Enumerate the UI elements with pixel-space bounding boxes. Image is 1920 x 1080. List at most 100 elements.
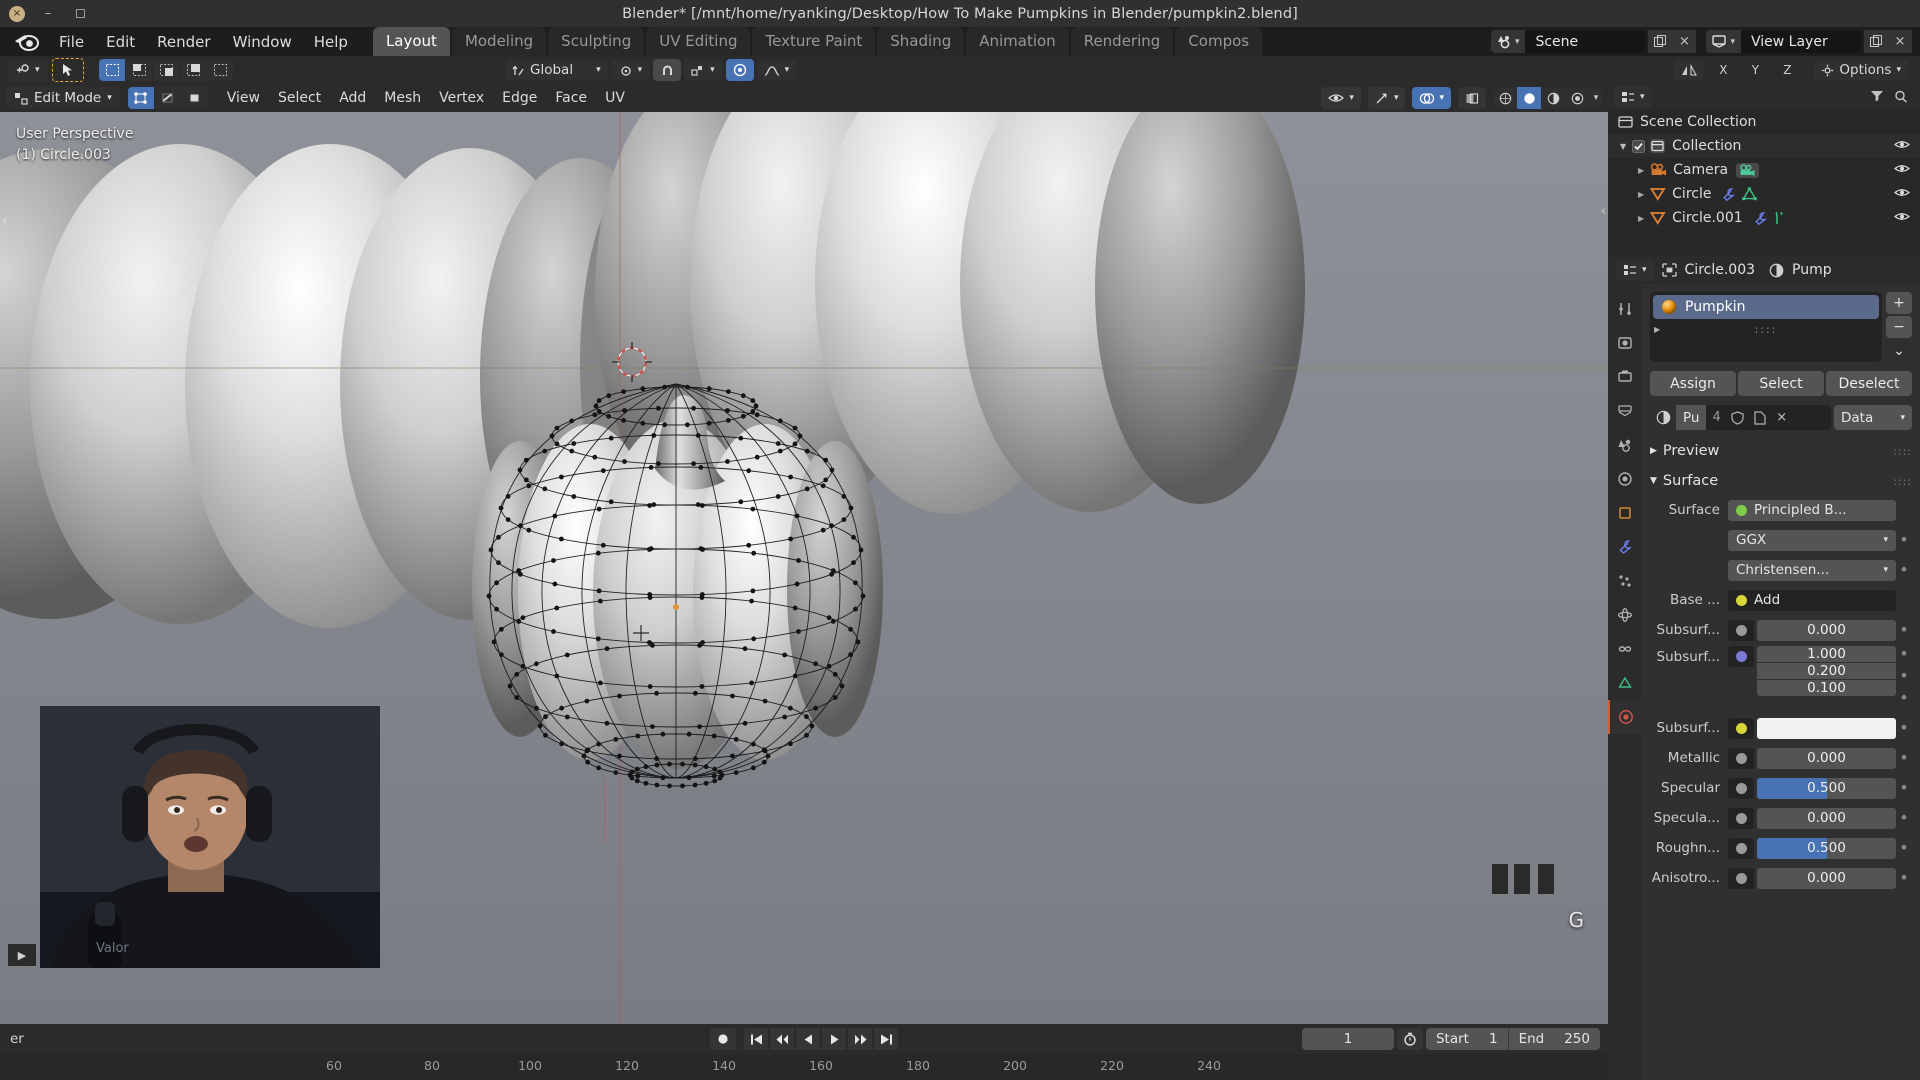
- remove-material-slot-button[interactable]: −: [1886, 316, 1912, 338]
- section-preview[interactable]: ▶ Preview ::::: [1650, 436, 1912, 466]
- outliner-row-circle-001[interactable]: ▶ Circle.001: [1608, 206, 1920, 230]
- properties-tab-view-layer[interactable]: [1608, 394, 1642, 428]
- eye-icon[interactable]: [1894, 211, 1910, 226]
- properties-tab-data[interactable]: [1608, 666, 1642, 700]
- shading-options-dropdown[interactable]: ▾: [1589, 87, 1603, 109]
- vertex-group-icon[interactable]: [1774, 212, 1784, 225]
- collection-checkbox[interactable]: [1632, 140, 1645, 153]
- workspace-tab-layout[interactable]: Layout: [373, 27, 450, 56]
- tweak-tool-button[interactable]: [52, 58, 84, 82]
- new-scene-button[interactable]: [1648, 30, 1672, 53]
- gizmo-icon[interactable]: ▾: [1368, 87, 1406, 109]
- menu-window[interactable]: Window: [222, 30, 303, 54]
- metallic-anim-dot[interactable]: •: [1896, 750, 1912, 766]
- vertex-select-mode-button[interactable]: [128, 87, 154, 109]
- modifier-icon[interactable]: [1753, 212, 1768, 225]
- anisotropic-anim-dot[interactable]: •: [1896, 870, 1912, 886]
- outliner-editor[interactable]: ▾ Scene Collection ▼: [1608, 84, 1920, 256]
- shading-wireframe-button[interactable]: [1493, 87, 1517, 109]
- subsurface-radius-z-anim-dot[interactable]: •: [1896, 690, 1912, 711]
- subsurface-color-anim-dot[interactable]: •: [1896, 720, 1912, 736]
- mirror-x-button[interactable]: X: [1710, 59, 1736, 81]
- interaction-mode-select[interactable]: Edit Mode ▾: [6, 87, 120, 109]
- options-dropdown[interactable]: Options ▾: [1814, 59, 1908, 81]
- outliner-row-circle[interactable]: ▶ Circle: [1608, 182, 1920, 206]
- fake-user-icon[interactable]: [1727, 405, 1749, 430]
- properties-editor[interactable]: ▾ Circle.003 Pump: [1608, 256, 1920, 1080]
- auto-key-icon[interactable]: [1397, 1028, 1423, 1050]
- properties-tab-modifiers[interactable]: [1608, 530, 1642, 564]
- workspace-tab-sculpting[interactable]: Sculpting: [548, 27, 644, 56]
- outliner-search-icon[interactable]: [1894, 88, 1914, 107]
- view-layer-name[interactable]: View Layer: [1741, 34, 1861, 50]
- preview-expand-icon[interactable]: ▶: [1650, 446, 1657, 456]
- view-layer-selector[interactable]: ▾ View Layer: [1706, 30, 1861, 53]
- previous-keyframe-button[interactable]: [770, 1028, 794, 1050]
- menu-render[interactable]: Render: [146, 30, 221, 54]
- properties-tab-constraints[interactable]: [1608, 632, 1642, 666]
- mirror-icon[interactable]: [1674, 59, 1704, 81]
- outliner-row-camera[interactable]: ▶ Camera: [1608, 158, 1920, 182]
- snap-to-select[interactable]: ▾: [684, 59, 722, 81]
- pivot-point-select[interactable]: ▾: [612, 59, 650, 81]
- viewport-menu-add[interactable]: Add: [330, 88, 375, 108]
- viewport-nav-blocks[interactable]: [1492, 862, 1562, 896]
- new-view-layer-button[interactable]: [1864, 30, 1888, 53]
- scene-icon[interactable]: ▾: [1491, 30, 1526, 53]
- specular-value-field[interactable]: 0.500: [1757, 778, 1896, 799]
- play-reverse-button[interactable]: [796, 1028, 820, 1050]
- timeline-ruler[interactable]: 6080100120140160180200220240: [0, 1054, 1608, 1080]
- material-browse-icon[interactable]: [1650, 405, 1676, 430]
- workspace-tab-rendering[interactable]: Rendering: [1071, 27, 1174, 56]
- properties-breadcrumb-material[interactable]: Pump: [1792, 262, 1832, 278]
- properties-tab-physics[interactable]: [1608, 598, 1642, 632]
- view-layer-icon[interactable]: ▾: [1706, 30, 1741, 53]
- viewport-sidebar-toggle[interactable]: ‹: [1601, 204, 1606, 219]
- expand-triangle-icon[interactable]: ▶: [1654, 325, 1660, 334]
- metallic-socket[interactable]: [1728, 748, 1754, 769]
- deselect-button[interactable]: Deselect: [1826, 371, 1912, 396]
- subsurface-method-select[interactable]: Christensen... ▾: [1728, 560, 1896, 581]
- mesh-data-icon[interactable]: [1742, 187, 1757, 201]
- roughness-value-field[interactable]: 0.500: [1757, 838, 1896, 859]
- modifier-icon[interactable]: [1721, 188, 1736, 201]
- current-frame-field[interactable]: 1: [1302, 1028, 1394, 1050]
- workspace-tab-texture-paint[interactable]: Texture Paint: [752, 27, 875, 56]
- subsurface-radius-socket[interactable]: [1728, 646, 1754, 667]
- subsurface-radius-x[interactable]: 1.000: [1757, 646, 1896, 662]
- menu-file[interactable]: File: [48, 30, 95, 54]
- expand-triangle-icon[interactable]: ▶: [1638, 214, 1644, 223]
- material-slots[interactable]: Pumpkin ▶ ::::: [1650, 292, 1882, 362]
- surface-grip[interactable]: ::::: [1893, 475, 1912, 488]
- viewport-menu-select[interactable]: Select: [269, 88, 330, 108]
- viewport-toolbar-toggle[interactable]: ‹: [2, 214, 7, 229]
- subsurface-color-socket[interactable]: [1728, 718, 1754, 739]
- specular-tint-anim-dot[interactable]: •: [1896, 810, 1912, 826]
- subsurface-socket[interactable]: [1728, 620, 1754, 641]
- start-frame-value[interactable]: 1: [1479, 1028, 1508, 1050]
- distribution-anim-dot[interactable]: •: [1896, 532, 1912, 548]
- properties-tab-output[interactable]: [1608, 360, 1642, 394]
- subsurface-radius-z[interactable]: 0.100: [1757, 680, 1896, 696]
- select-extend-button[interactable]: [126, 59, 152, 81]
- subsurface-radius-x-anim-dot[interactable]: •: [1896, 646, 1912, 667]
- assign-button[interactable]: Assign: [1650, 371, 1736, 396]
- preview-grip[interactable]: ::::: [1893, 445, 1912, 458]
- next-keyframe-button[interactable]: [848, 1028, 872, 1050]
- viewport-menu-face[interactable]: Face: [546, 88, 596, 108]
- properties-breadcrumb-object[interactable]: Circle.003: [1685, 262, 1756, 278]
- subsurface-radius-y-anim-dot[interactable]: •: [1896, 668, 1912, 689]
- material-slot-grip[interactable]: ::::: [1755, 323, 1778, 336]
- eye-icon[interactable]: [1894, 163, 1910, 178]
- specular-anim-dot[interactable]: •: [1896, 780, 1912, 796]
- distribution-select[interactable]: GGX ▾: [1728, 530, 1896, 551]
- workspace-tab-compositing[interactable]: Compos: [1175, 27, 1262, 56]
- surface-expand-icon[interactable]: ▼: [1650, 476, 1657, 486]
- menu-help[interactable]: Help: [303, 30, 359, 54]
- properties-editor-type-select[interactable]: ▾: [1616, 259, 1654, 281]
- specular-tint-value-field[interactable]: 0.000: [1757, 808, 1896, 829]
- active-tool-icon[interactable]: ▾: [8, 59, 48, 81]
- outliner-display-mode-select[interactable]: ▾: [1614, 86, 1652, 108]
- shading-material-button[interactable]: [1541, 87, 1565, 109]
- workspace-tab-animation[interactable]: Animation: [966, 27, 1068, 56]
